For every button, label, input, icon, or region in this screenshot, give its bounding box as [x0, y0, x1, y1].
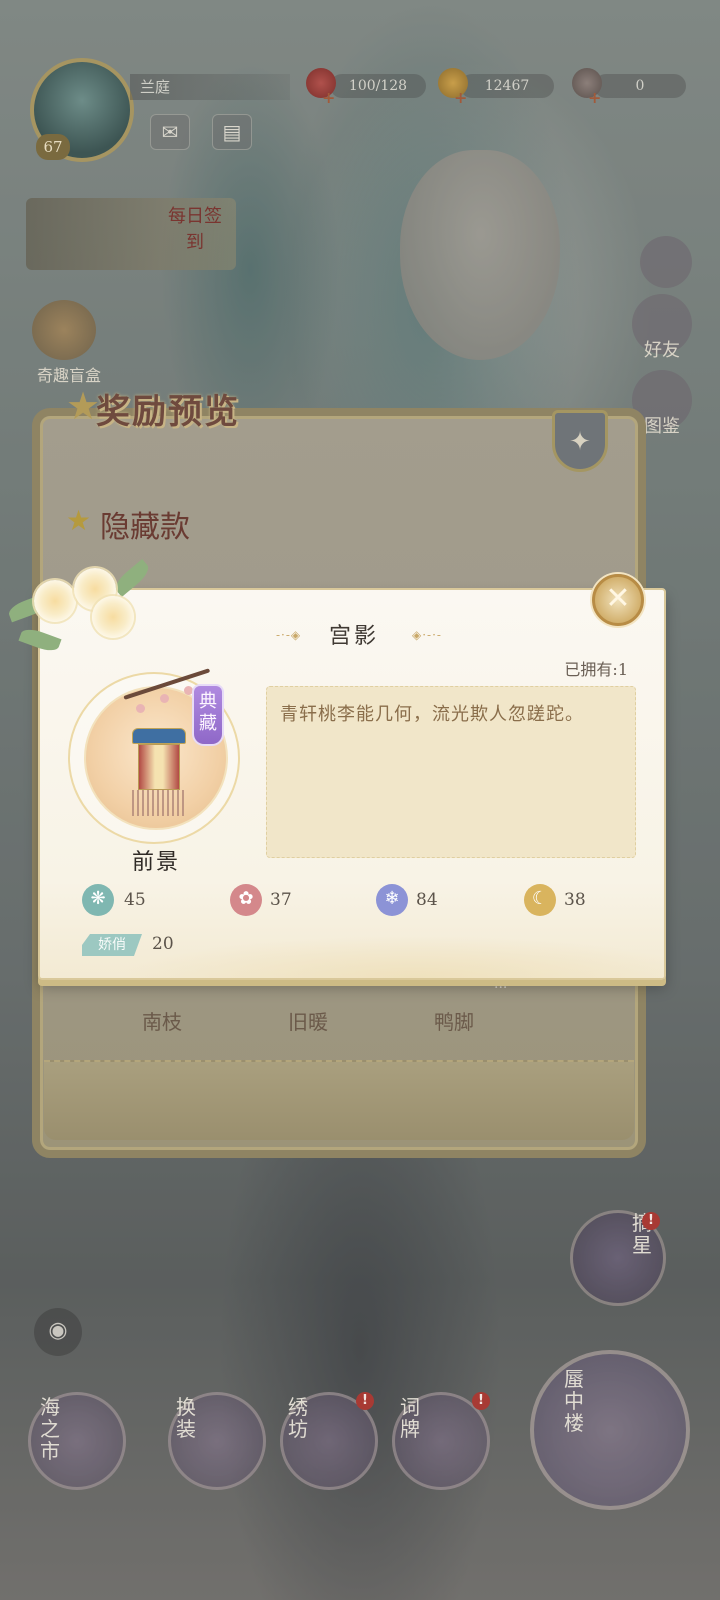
- add-stamina-button[interactable]: +: [322, 88, 335, 107]
- moon-icon: ☾: [524, 884, 556, 916]
- rarity-tag: 典藏: [194, 686, 222, 744]
- title-ornament-right: ◈·-·-: [412, 628, 442, 642]
- lantern-fringe: [132, 790, 186, 816]
- dress-up-label: 换装: [176, 1395, 196, 1441]
- stat-value: 37: [270, 890, 292, 910]
- lotus-icon: ✿: [230, 884, 262, 916]
- embroidery-label: 绣坊: [288, 1395, 308, 1441]
- blossom-icon: [160, 694, 169, 703]
- character-name: 鸭脚: [434, 1010, 474, 1034]
- friends-label: 好友: [644, 340, 680, 361]
- swirl-icon: ❋: [82, 884, 114, 916]
- scroll-icon: ▤: [222, 120, 242, 144]
- snowflake-icon: ❄: [376, 884, 408, 916]
- hidden-section-title: 隐藏款: [100, 510, 190, 545]
- mail-button[interactable]: ✉: [150, 114, 190, 150]
- event-button[interactable]: [640, 236, 692, 288]
- alert-icon: !: [642, 1212, 660, 1230]
- mail-icon: ✉: [161, 120, 179, 144]
- add-gold-button[interactable]: +: [454, 88, 467, 107]
- gem-counter: 0: [594, 74, 686, 98]
- stamina-counter: 100/128: [330, 74, 426, 98]
- panel-bottom-band: [44, 1060, 634, 1140]
- close-button[interactable]: ✕: [592, 574, 644, 626]
- leaf-icon: [18, 625, 62, 655]
- blind-box-label: 奇趣盲盒: [36, 366, 101, 385]
- reward-preview-title: 奖励预览: [96, 392, 240, 432]
- flower-icon: [92, 596, 134, 638]
- mirage-tower-label: 蜃中楼: [564, 1367, 584, 1435]
- lantern-body: [138, 744, 180, 790]
- blossom-icon: [136, 704, 145, 713]
- daily-signin-label: 每日签到: [168, 206, 222, 253]
- star-icon: ★: [66, 504, 92, 537]
- blossom-icon: [184, 686, 193, 695]
- close-icon: ✕: [605, 581, 631, 616]
- item-description: 青轩桃李能几何，流光欺人忽蹉跎。: [280, 704, 584, 725]
- flower-decoration: [0, 559, 160, 656]
- add-gem-button[interactable]: +: [588, 88, 601, 107]
- title-star-icon: ★: [66, 384, 101, 428]
- trait-tag: 娇俏: [82, 934, 142, 956]
- trait-value: 20: [152, 934, 174, 954]
- item-type-label: 前景: [131, 850, 180, 875]
- stat-value: 45: [124, 890, 146, 910]
- character-name: 南枝: [142, 1010, 182, 1034]
- blind-box-button[interactable]: [32, 300, 96, 360]
- ci-cards-label: 词牌: [400, 1395, 420, 1441]
- alert-icon: !: [472, 1392, 490, 1410]
- lantern-icon: [132, 728, 186, 744]
- sea-market-label: 海之市: [40, 1395, 60, 1463]
- flower-icon: [34, 580, 76, 622]
- eye-icon[interactable]: ◉: [34, 1308, 82, 1356]
- alert-icon: !: [356, 1392, 374, 1410]
- sparkle-badge-icon: ✦: [552, 410, 608, 472]
- owned-count: 已拥有:1: [564, 660, 628, 679]
- character-name: 旧暖: [288, 1010, 328, 1034]
- mirage-tower-button[interactable]: [530, 1350, 690, 1510]
- stat-value: 84: [416, 890, 438, 910]
- notice-button[interactable]: ▤: [212, 114, 252, 150]
- stat-value: 38: [564, 890, 586, 910]
- leaf-icon: [111, 559, 153, 597]
- player-name: 兰庭: [130, 74, 290, 100]
- gold-counter: 12467: [460, 74, 554, 98]
- level-badge: 67: [36, 134, 70, 160]
